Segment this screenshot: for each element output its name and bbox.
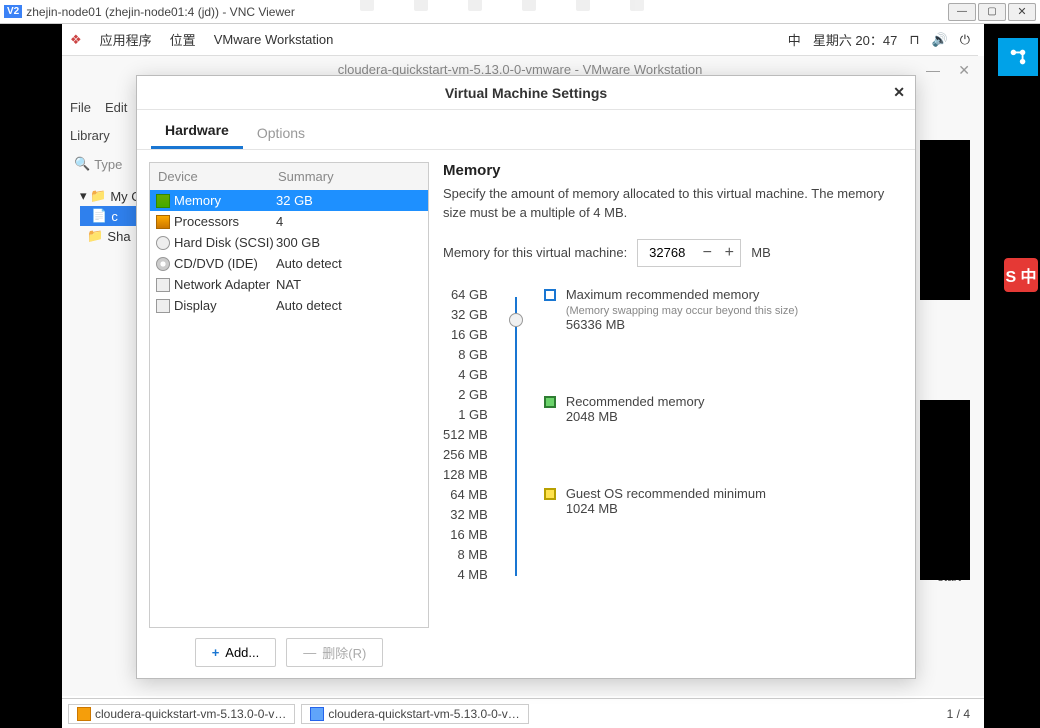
vm-settings-dialog: Virtual Machine Settings ✕ Hardware Opti… [136, 75, 916, 679]
minimize-button[interactable]: — [948, 3, 976, 21]
search-icon: 🔍 [74, 156, 90, 172]
window-title: zhejin-node01 (zhejin-node01:4 (jd)) - V… [26, 5, 295, 19]
library-search[interactable]: 🔍 Type [74, 156, 122, 172]
letterbox-right [984, 24, 1040, 728]
edit-menu[interactable]: Edit [105, 100, 127, 115]
vmware-minimize[interactable]: — [926, 62, 940, 78]
marker-green-icon [544, 396, 556, 408]
close-button[interactable]: ✕ [1008, 3, 1036, 21]
minimum-memory-marker: Guest OS recommended minimum 1024 MB [544, 486, 798, 516]
workspace-indicator[interactable]: 1 / 4 [947, 707, 978, 721]
slider-thumb[interactable] [509, 313, 523, 327]
volume-icon[interactable]: 🔊 [932, 32, 948, 48]
file-menu[interactable]: File [70, 100, 91, 115]
dialog-close-button[interactable]: ✕ [893, 84, 905, 101]
system-tray: 中 星期六 20：47 ⊓ 🔊 ⏻ [788, 30, 970, 49]
letterbox-left [0, 24, 62, 728]
sogou-ime-icon[interactable]: S 中 [1004, 258, 1038, 292]
cpu-icon [156, 215, 170, 229]
device-row-display[interactable]: Display Auto detect [150, 295, 428, 316]
apps-menu[interactable]: 应用程序 [100, 30, 152, 49]
remove-button[interactable]: —删除(R) [286, 638, 383, 667]
add-button[interactable]: +Add... [195, 638, 277, 667]
memory-ticks: 64 GB32 GB16 GB8 GB4 GB2 GB1 GB512 MB256… [443, 287, 488, 582]
memory-stepper[interactable]: − + [637, 239, 741, 267]
maximize-button[interactable]: ▢ [978, 3, 1006, 21]
memory-slider[interactable] [508, 287, 524, 582]
apps-menu-icon: ❖ [70, 32, 82, 48]
obscured-region-2 [920, 400, 970, 580]
memory-field-label: Memory for this virtual machine: [443, 245, 627, 260]
vnc-icon: V2 [4, 5, 22, 18]
obscured-region [920, 140, 970, 300]
memory-unit: MB [751, 245, 771, 260]
library-tree: ▾ 📁My C 📄c 📁Sha [80, 186, 141, 246]
memory-increase-button[interactable]: + [718, 240, 740, 266]
gnome-taskbar: cloudera-quickstart-vm-5.13.0-0-v… cloud… [62, 698, 984, 728]
display-icon [156, 299, 170, 313]
vmware-close[interactable]: ✕ [958, 62, 970, 79]
dialog-title: Virtual Machine Settings [445, 85, 607, 101]
tree-item[interactable]: Sha [107, 229, 130, 244]
vmware-menu[interactable]: VMware Workstation [214, 32, 334, 47]
window-icon [310, 707, 324, 721]
disk-icon [156, 236, 170, 250]
minus-icon: — [303, 645, 316, 660]
device-row-network[interactable]: Network Adapter NAT [150, 274, 428, 295]
network-icon[interactable]: ⊓ [909, 32, 919, 48]
marker-blue-icon [544, 289, 556, 301]
col-device: Device [158, 169, 278, 184]
memory-icon [156, 194, 170, 208]
tab-hardware[interactable]: Hardware [151, 114, 243, 149]
places-menu[interactable]: 位置 [170, 30, 196, 49]
device-row-memory[interactable]: Memory 32 GB [150, 190, 428, 211]
remote-panel-icon[interactable] [998, 38, 1038, 76]
clock[interactable]: 星期六 20：47 [813, 30, 898, 49]
tab-options[interactable]: Options [243, 117, 319, 149]
power-icon[interactable]: ⏻ [960, 32, 970, 48]
gnome-topbar: ❖ 应用程序 位置 VMware Workstation 中 星期六 20：47… [62, 24, 978, 56]
plus-icon: + [212, 645, 220, 660]
memory-decrease-button[interactable]: − [696, 240, 718, 266]
windows-titlebar: V2 zhejin-node01 (zhejin-node01:4 (jd)) … [0, 0, 1040, 24]
memory-input[interactable] [638, 245, 696, 260]
memory-heading: Memory [443, 162, 903, 179]
tree-item-selected[interactable]: c [111, 209, 118, 224]
max-memory-marker: Maximum recommended memory (Memory swapp… [544, 287, 798, 332]
vmware-menubar: File Edit [70, 100, 127, 115]
cd-icon [156, 257, 170, 271]
vmware-icon [77, 707, 91, 721]
ime-indicator[interactable]: 中 [788, 30, 801, 49]
library-label: Library [70, 128, 110, 143]
device-row-cddvd[interactable]: CD/DVD (IDE) Auto detect [150, 253, 428, 274]
memory-description: Specify the amount of memory allocated t… [443, 185, 903, 223]
device-table: Device Summary Memory 32 GB Processors 4… [149, 162, 429, 628]
marker-yellow-icon [544, 488, 556, 500]
device-row-processors[interactable]: Processors 4 [150, 211, 428, 232]
col-summary: Summary [278, 169, 334, 184]
taskbar-item-1[interactable]: cloudera-quickstart-vm-5.13.0-0-v… [68, 704, 295, 724]
device-row-harddisk[interactable]: Hard Disk (SCSI) 300 GB [150, 232, 428, 253]
recommended-memory-marker: Recommended memory 2048 MB [544, 394, 798, 424]
network-adapter-icon [156, 278, 170, 292]
slider-track [515, 297, 517, 576]
taskbar-item-2[interactable]: cloudera-quickstart-vm-5.13.0-0-v… [301, 704, 528, 724]
